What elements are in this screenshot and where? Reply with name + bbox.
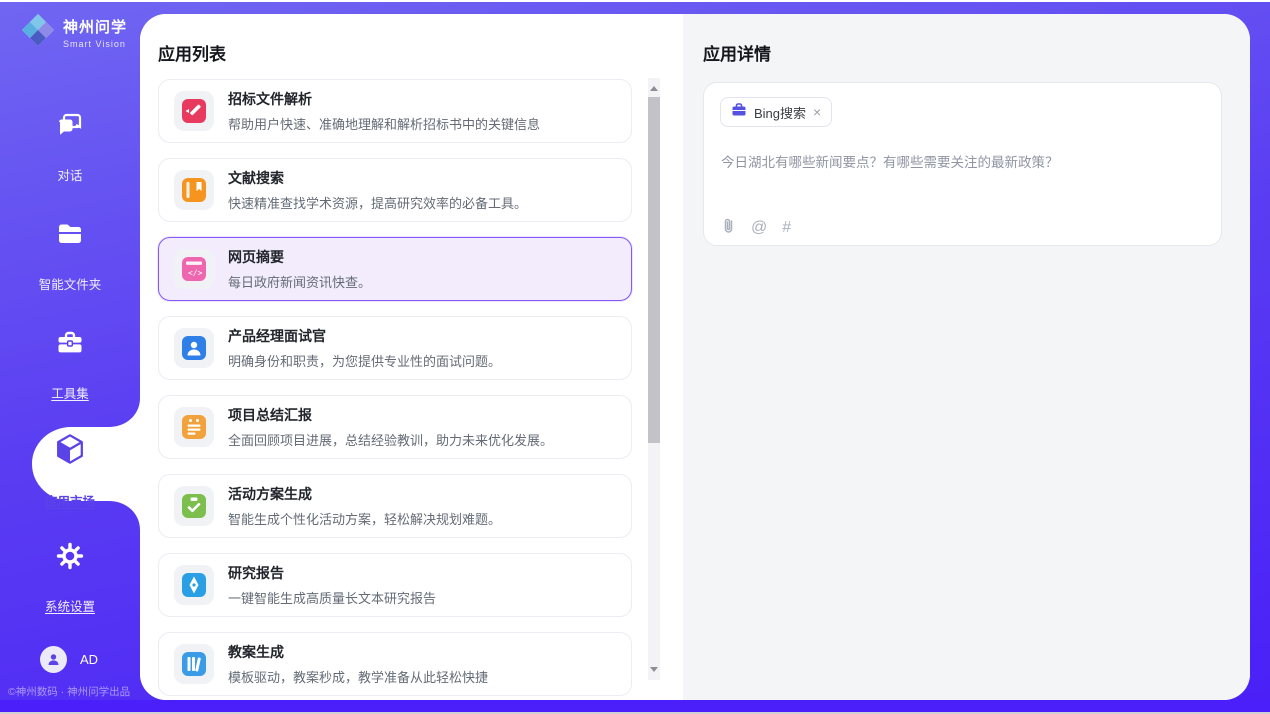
sidebar-item-label: 系统设置 xyxy=(45,596,95,615)
app-card-title: 招标文件解析 xyxy=(228,89,540,109)
gear-icon xyxy=(0,541,140,571)
sidebar-item-label: 工具集 xyxy=(51,383,89,402)
paperclip-icon[interactable] xyxy=(721,217,736,239)
book-icon xyxy=(174,170,214,210)
app-card-web-page-summary[interactable]: </> 网页摘要 每日政府新闻资讯快查。 xyxy=(158,237,632,301)
app-card-title: 教案生成 xyxy=(228,642,488,662)
cube-icon xyxy=(0,432,140,466)
at-icon[interactable]: @ xyxy=(751,219,767,237)
pen-icon xyxy=(174,565,214,605)
books-icon xyxy=(174,644,214,684)
app-detail-title: 应用详情 xyxy=(703,40,771,65)
app-card-list: 招标文件解析 帮助用户快速、准确地理解和解析招标书中的关键信息 文献搜索 快速精… xyxy=(158,79,632,700)
sidebar-item-smart-folders[interactable]: 智能文件夹 xyxy=(0,219,140,294)
hash-icon[interactable]: # xyxy=(782,219,791,237)
app-card-title: 项目总结汇报 xyxy=(228,405,553,425)
app-card-title: 文献搜索 xyxy=(228,168,527,188)
user-name: AD xyxy=(80,652,98,667)
notepad-icon xyxy=(174,407,214,447)
sidebar-item-chat[interactable]: 对话 xyxy=(0,110,140,185)
scroll-up-icon[interactable] xyxy=(650,86,658,91)
brand-name: 神州问学 xyxy=(63,16,127,37)
close-icon[interactable]: × xyxy=(813,105,821,119)
user-account[interactable]: AD xyxy=(40,646,98,673)
avatar xyxy=(40,646,67,673)
sidebar-item-app-market[interactable]: 应用市场 xyxy=(0,432,140,511)
app-card-lesson-plan-generator[interactable]: 教案生成 模板驱动，教案秒成，教学准备从此轻松快捷 xyxy=(158,632,632,696)
brand-logo: 神州问学 Smart Vision xyxy=(20,12,127,53)
main-content: 应用列表 招标文件解析 帮助用户快速、准确地理解和解析招标书中的关键信息 xyxy=(140,14,1250,700)
sidebar-item-label: 对话 xyxy=(57,165,82,184)
copyright-footer: ©神州数码 · 神州问学出品 xyxy=(8,684,138,699)
brand-subtitle: Smart Vision xyxy=(63,39,127,49)
diamond-logo-icon xyxy=(20,12,56,53)
briefcase-icon xyxy=(731,102,747,123)
app-card-project-summary-report[interactable]: 项目总结汇报 全面回顾项目进展，总结经验教训，助力未来优化发展。 xyxy=(158,395,632,459)
app-card-description: 全面回顾项目进展，总结经验教训，助力未来优化发展。 xyxy=(228,430,553,449)
app-card-description: 模板驱动，教案秒成，教学准备从此轻松快捷 xyxy=(228,667,488,686)
prompt-input[interactable]: 今日湖北有哪些新闻要点？有哪些需要关注的最新政策？ xyxy=(721,151,1201,171)
app-card-description: 智能生成个性化活动方案，轻松解决规划难题。 xyxy=(228,509,501,528)
sidebar-item-label: 应用市场 xyxy=(45,491,95,510)
interviewer-icon xyxy=(174,328,214,368)
sidebar-item-settings[interactable]: 系统设置 xyxy=(0,541,140,616)
sidebar: 神州问学 Smart Vision 对话 智能文件夹 xyxy=(0,0,140,700)
tool-tag-label: Bing搜索 xyxy=(754,103,806,122)
toolbox-icon xyxy=(0,328,140,358)
sidebar-item-label: 智能文件夹 xyxy=(39,274,102,293)
bottom-accent-bar xyxy=(0,700,1270,712)
folder-icon xyxy=(0,219,140,249)
edit-document-icon xyxy=(174,91,214,131)
app-list-panel: 应用列表 招标文件解析 帮助用户快速、准确地理解和解析招标书中的关键信息 xyxy=(140,14,683,700)
app-card-description: 每日政府新闻资讯快查。 xyxy=(228,272,371,291)
app-card-event-plan-generator[interactable]: 活动方案生成 智能生成个性化活动方案，轻松解决规划难题。 xyxy=(158,474,632,538)
app-card-title: 产品经理面试官 xyxy=(228,326,501,346)
app-card-description: 帮助用户快速、准确地理解和解析招标书中的关键信息 xyxy=(228,114,540,133)
web-page-icon: </> xyxy=(174,249,214,289)
clipboard-check-icon xyxy=(174,486,214,526)
attachment-toolbar: @ # xyxy=(721,217,791,239)
app-card-title: 研究报告 xyxy=(228,563,436,583)
app-list-title: 应用列表 xyxy=(158,40,226,65)
app-card-bid-document-analysis[interactable]: 招标文件解析 帮助用户快速、准确地理解和解析招标书中的关键信息 xyxy=(158,79,632,143)
app-card-research-report[interactable]: 研究报告 一键智能生成高质量长文本研究报告 xyxy=(158,553,632,617)
app-card-description: 快速精准查找学术资源，提高研究效率的必备工具。 xyxy=(228,193,527,212)
prompt-card: Bing搜索 × 今日湖北有哪些新闻要点？有哪些需要关注的最新政策？ @ # xyxy=(703,82,1222,246)
app-detail-panel: 应用详情 Bing搜索 × 今日湖北有哪些新闻要点？有哪些需要关注的最新政策？ xyxy=(683,14,1250,700)
svg-text:</>: </> xyxy=(188,269,203,278)
app-card-title: 活动方案生成 xyxy=(228,484,501,504)
app-card-description: 明确身份和职责，为您提供专业性的面试问题。 xyxy=(228,351,501,370)
app-card-description: 一键智能生成高质量长文本研究报告 xyxy=(228,588,436,607)
app-card-literature-search[interactable]: 文献搜索 快速精准查找学术资源，提高研究效率的必备工具。 xyxy=(158,158,632,222)
scroll-down-icon[interactable] xyxy=(650,667,658,672)
sidebar-item-toolkit[interactable]: 工具集 xyxy=(0,328,140,403)
app-card-pm-interviewer[interactable]: 产品经理面试官 明确身份和职责，为您提供专业性的面试问题。 xyxy=(158,316,632,380)
scrollbar-thumb[interactable] xyxy=(648,97,660,443)
app-card-title: 网页摘要 xyxy=(228,247,371,267)
app-list-scrollbar[interactable] xyxy=(648,78,660,680)
tool-tag-bing-search[interactable]: Bing搜索 × xyxy=(720,97,832,127)
chat-icon xyxy=(0,110,140,140)
